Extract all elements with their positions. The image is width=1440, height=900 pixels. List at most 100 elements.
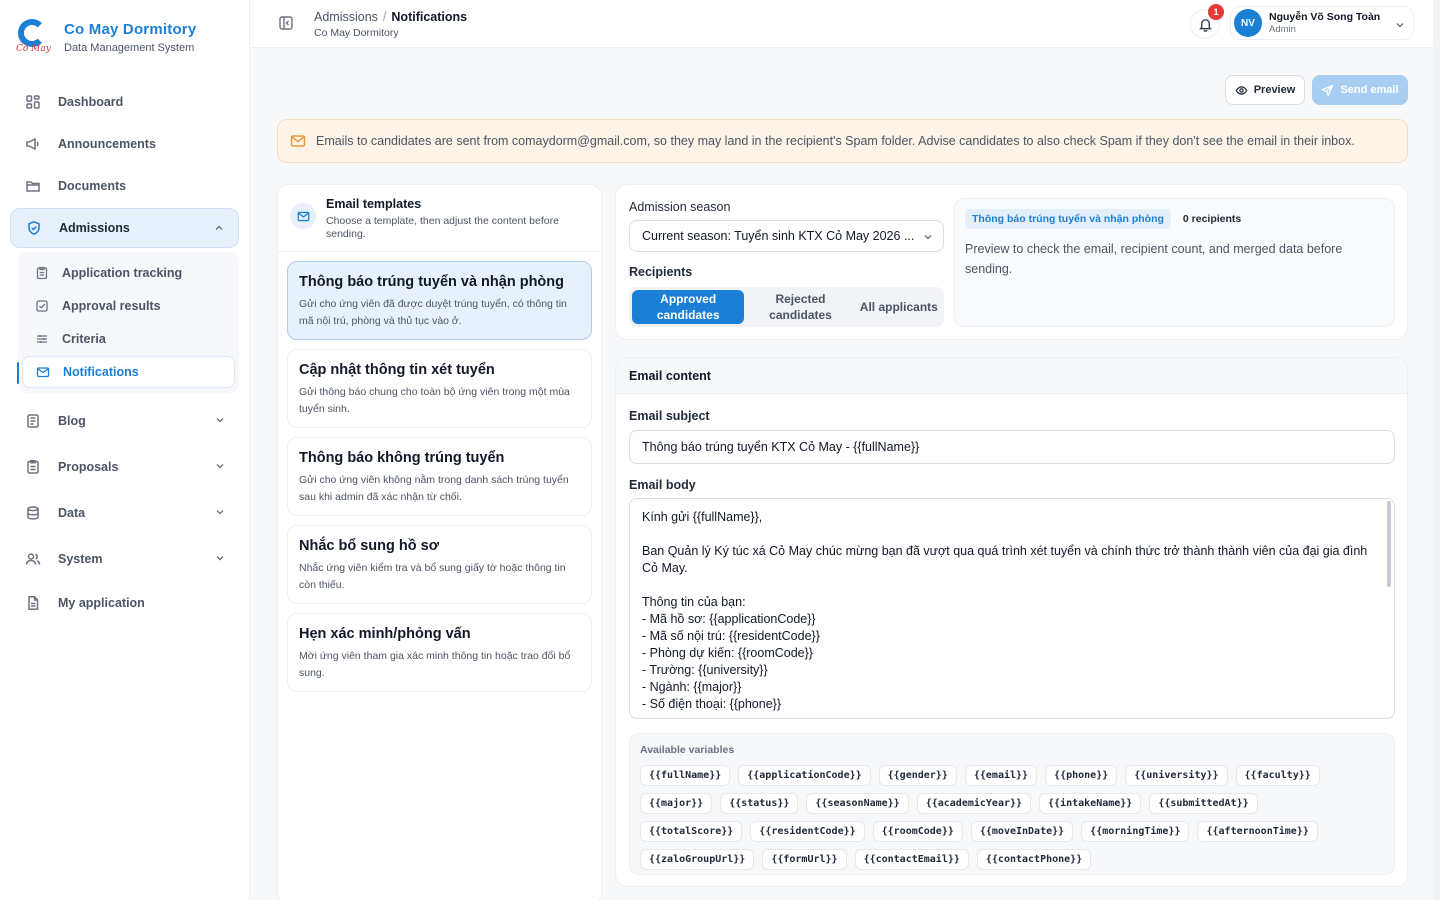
send-preview-box: Thông báo trúng tuyển và nhận phòng 0 rec… xyxy=(954,198,1395,327)
sidebar-item-label: My application xyxy=(58,596,145,610)
grid-icon xyxy=(24,93,42,111)
template-title: Thông báo không trúng tuyển xyxy=(299,450,505,466)
send-email-button[interactable]: Send email xyxy=(1312,75,1408,105)
sidebar-subitem-application-tracking[interactable]: Application tracking xyxy=(22,257,235,289)
variable-chip[interactable]: {{residentCode}} xyxy=(750,821,865,842)
sidebar-item-data[interactable]: Data xyxy=(10,493,239,533)
variable-chip[interactable]: {{academicYear}} xyxy=(916,793,1032,814)
variable-chip[interactable]: {{roomCode}} xyxy=(872,821,963,842)
variable-chip[interactable]: {{major}} xyxy=(640,793,713,814)
spam-notice: Emails to candidates are sent from comay… xyxy=(277,119,1408,163)
template-card-admission-approved[interactable]: Thông báo trúng tuyển và nhận phòng Gửi … xyxy=(287,261,592,340)
bell-icon xyxy=(1198,17,1213,32)
chevron-up-icon xyxy=(214,222,224,236)
sidebar-item-blog[interactable]: Blog xyxy=(10,401,239,441)
sidebar-item-label: System xyxy=(58,552,103,566)
sidebar-item-system[interactable]: System xyxy=(10,539,239,579)
template-card-update-info[interactable]: Cập nhật thông tin xét tuyển Gửi thông b… xyxy=(287,349,592,428)
variable-chip[interactable]: {{gender}} xyxy=(878,765,957,786)
sidebar-item-label: Admissions xyxy=(59,221,130,235)
template-card-interview[interactable]: Hẹn xác minh/phỏng vấn Mời ứng viên tham… xyxy=(287,613,592,692)
sidebar-item-label: Documents xyxy=(58,179,127,193)
variable-chip[interactable]: {{intakeName}} xyxy=(1039,793,1142,814)
template-description: Gửi thông báo chung cho toàn bộ ứng viên… xyxy=(299,386,570,415)
body-line: ​ xyxy=(642,526,1382,543)
user-role: Admin xyxy=(1269,24,1296,35)
sidebar-item-admissions[interactable]: Admissions xyxy=(10,208,239,248)
sidebar-item-dashboard[interactable]: Dashboard xyxy=(10,82,239,122)
recipients-segmented-control: Approved candidates Rejected candidates … xyxy=(629,287,944,327)
variable-chip[interactable]: {{contactEmail}} xyxy=(854,849,969,870)
variable-chip[interactable]: {{moveInDate}} xyxy=(970,821,1074,842)
template-card-rejected[interactable]: Thông báo không trúng tuyển Gửi cho ứng … xyxy=(287,437,592,516)
chevron-down-icon xyxy=(215,552,225,566)
variable-chip[interactable]: {{phone}} xyxy=(1045,765,1118,786)
sidebar-subitem-label: Criteria xyxy=(62,332,106,346)
admissions-subnav: Application tracking Approval results Cr… xyxy=(17,252,239,393)
template-title: Nhắc bổ sung hồ sơ xyxy=(299,538,440,554)
variable-chip[interactable]: {{totalScore}} xyxy=(640,821,743,842)
clipboard-icon xyxy=(24,458,42,476)
sidebar-item-documents[interactable]: Documents xyxy=(10,166,239,206)
variable-chip[interactable]: {{email}} xyxy=(964,765,1038,786)
users-icon xyxy=(24,550,42,568)
recipients-label: Recipients xyxy=(629,265,693,279)
template-description: Mời ứng viên tham gia xác minh thông tin… xyxy=(299,650,571,679)
notification-badge: 1 xyxy=(1208,4,1224,20)
recipients-option-rejected[interactable]: Rejected candidates xyxy=(744,290,856,324)
template-title: Hẹn xác minh/phỏng vấn xyxy=(299,626,471,642)
admission-season-select[interactable]: Current season: Tuyển sinh KTX Cỏ May 20… xyxy=(629,220,944,252)
body-line: - Mã số nội trú: {{residentCode}} xyxy=(642,629,820,643)
file-icon xyxy=(24,594,42,612)
sidebar-item-proposals[interactable]: Proposals xyxy=(10,447,239,487)
megaphone-icon xyxy=(24,135,42,153)
variable-chip[interactable]: {{faculty}} xyxy=(1235,765,1320,786)
sidebar-toggle-icon[interactable] xyxy=(278,15,294,34)
chevron-down-icon xyxy=(215,506,225,520)
variable-chip[interactable]: {{contactPhone}} xyxy=(976,849,1092,870)
email-body-textarea[interactable]: Kính gửi {{fullName}}, ​ Ban Quản lý Ký … xyxy=(629,498,1395,719)
recipients-option-all[interactable]: All applicants xyxy=(857,290,941,324)
breadcrumb-parent[interactable]: Admissions xyxy=(314,10,378,24)
brand[interactable]: Cỏ May Co May Dormitory Data Management … xyxy=(0,0,249,62)
templates-description: Choose a template, then adjust the conte… xyxy=(326,215,559,241)
variable-chip[interactable]: {{afternoonTime}} xyxy=(1197,821,1318,842)
template-card-missing-documents[interactable]: Nhắc bổ sung hồ sơ Nhắc ứng viên kiểm tr… xyxy=(287,525,592,604)
page-scrollbar[interactable] xyxy=(1433,0,1440,900)
variable-chip[interactable]: {{status}} xyxy=(720,793,799,814)
sidebar-item-label: Proposals xyxy=(58,460,119,474)
sidebar-item-my-application[interactable]: My application xyxy=(10,583,239,623)
body-line: Kính gửi {{fullName}}, xyxy=(642,510,763,524)
variable-chip[interactable]: {{submittedAt}} xyxy=(1149,793,1258,814)
brand-subtitle: Data Management System xyxy=(64,41,195,54)
folder-icon xyxy=(24,177,42,195)
user-menu[interactable]: NV Nguyễn Võ Song Toàn Admin xyxy=(1230,6,1414,40)
variable-chip[interactable]: {{morningTime}} xyxy=(1081,821,1190,842)
selected-template-chip: Thông báo trúng tuyển và nhận phòng xyxy=(965,209,1171,229)
variable-chip[interactable]: {{university}} xyxy=(1125,765,1228,786)
variable-chip[interactable]: {{fullName}} xyxy=(640,765,731,786)
sidebar-item-label: Blog xyxy=(58,414,86,428)
available-variables-title: Available variables xyxy=(640,744,735,756)
variable-chip[interactable]: {{formUrl}} xyxy=(762,849,847,870)
recipients-option-approved[interactable]: Approved candidates xyxy=(632,290,745,324)
variable-chip[interactable]: {{applicationCode}} xyxy=(738,765,871,786)
breadcrumb-current: Notifications xyxy=(391,10,468,24)
variable-chip[interactable]: {{seasonName}} xyxy=(806,793,909,814)
database-icon xyxy=(24,504,42,522)
main-content: Preview Send email Emails to candidates … xyxy=(250,48,1440,900)
chevron-down-icon xyxy=(1395,18,1405,33)
variable-chip[interactable]: {{zaloGroupUrl}} xyxy=(640,849,755,870)
eye-icon xyxy=(1235,84,1254,97)
spam-notice-text: Emails to candidates are sent from comay… xyxy=(316,134,1355,148)
textarea-scrollbar[interactable] xyxy=(1387,501,1391,587)
preview-button[interactable]: Preview xyxy=(1225,75,1305,105)
sidebar-subitem-criteria[interactable]: Criteria xyxy=(22,323,235,355)
sidebar-item-announcements[interactable]: Announcements xyxy=(10,124,239,164)
sidebar-subitem-approval-results[interactable]: Approval results xyxy=(22,290,235,322)
body-line: - Trường: {{university}} xyxy=(642,663,768,677)
email-subject-input[interactable]: Thông báo trúng tuyển KTX Cỏ May - {{ful… xyxy=(629,430,1395,464)
sidebar-subitem-notifications[interactable]: Notifications xyxy=(17,356,235,388)
logo-script: Cỏ May xyxy=(16,44,51,54)
available-variables: Available variables {{fullName}} {{applic… xyxy=(629,733,1395,875)
